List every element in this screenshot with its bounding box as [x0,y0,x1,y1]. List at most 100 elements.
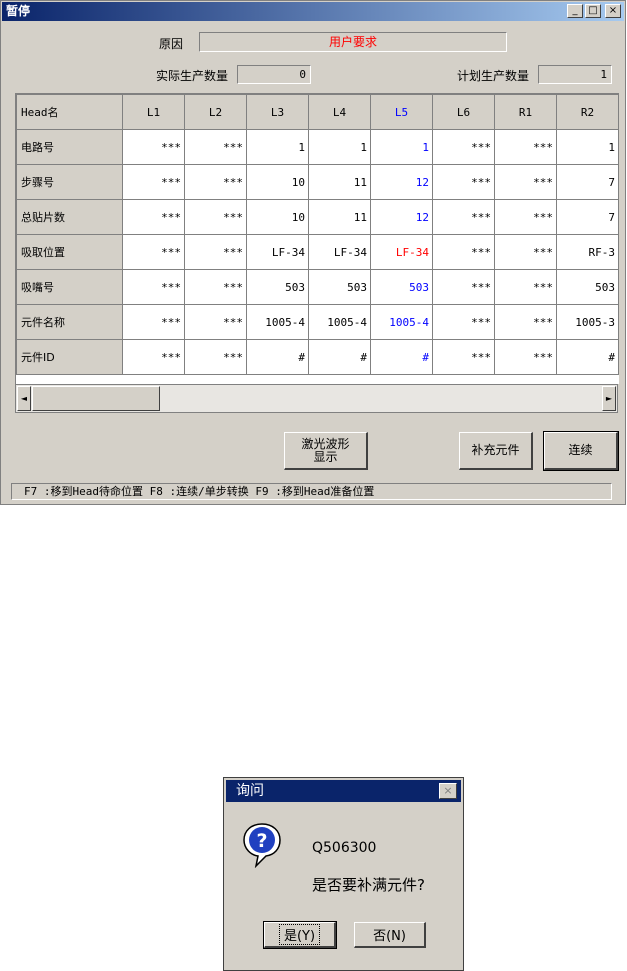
grid-cell[interactable]: *** [122,304,185,340]
grid-cell[interactable]: *** [184,129,247,165]
grid-cell[interactable]: *** [184,339,247,375]
grid-cell[interactable]: 12 [370,199,433,235]
table-row: 电路号 *** *** 1 1 1 *** *** 1 [16,129,619,165]
grid-cell[interactable]: LF-34 [308,234,371,270]
plan-count-label: 计划生产数量 [457,69,530,83]
table-row: 元件ID *** *** # # # *** *** # [16,339,619,375]
grid-cell[interactable]: *** [122,234,185,270]
table-row: 吸嘴号 *** *** 503 503 503 *** *** 503 [16,269,619,305]
column-header-l6[interactable]: L6 [432,94,495,130]
plan-count-field: 1 [538,65,612,84]
grid-cell[interactable]: *** [184,304,247,340]
grid-cell[interactable]: *** [184,199,247,235]
dialog-close-button[interactable]: × [439,783,457,799]
grid-cell[interactable]: # [370,339,433,375]
grid-cell[interactable]: 1005-4 [370,304,433,340]
laser-waveform-button[interactable]: 激光波形 显示 [284,432,368,470]
head-grid[interactable]: Head名 L1 L2 L3 L4 L5 L6 R1 R2 电路号 *** *** 1 1 1 *** ***… [15,93,619,384]
column-header-l2[interactable]: L2 [184,94,247,130]
grid-cell[interactable]: 10 [246,164,309,200]
grid-cell[interactable]: *** [494,164,557,200]
grid-cell[interactable]: 12 [370,164,433,200]
grid-cell[interactable]: 503 [308,269,371,305]
grid-cell[interactable]: *** [494,339,557,375]
dialog-title-bar[interactable]: 询问 × [226,780,461,802]
grid-cell[interactable]: *** [494,269,557,305]
grid-cell[interactable]: *** [432,129,495,165]
grid-cell[interactable]: 11 [308,164,371,200]
continue-button[interactable]: 连续 [543,431,619,471]
refill-parts-button[interactable]: 补充元件 [459,432,533,470]
grid-cell[interactable]: 10 [246,199,309,235]
grid-cell[interactable]: *** [184,269,247,305]
grid-cell[interactable]: 7 [556,199,619,235]
grid-cell[interactable]: *** [432,304,495,340]
grid-cell[interactable]: 1005-4 [308,304,371,340]
grid-cell[interactable]: LF-34 [370,234,433,270]
head-table: Head名 L1 L2 L3 L4 L5 L6 R1 R2 电路号 *** *** 1 1 1 *** ***… [16,94,619,375]
grid-cell[interactable]: *** [432,339,495,375]
grid-cell[interactable]: 503 [246,269,309,305]
row-header: 步骤号 [16,164,123,200]
grid-cell[interactable]: *** [494,129,557,165]
grid-cell[interactable]: # [246,339,309,375]
column-header-r1[interactable]: R1 [494,94,557,130]
maximize-button[interactable]: □ [585,4,601,18]
column-header-l3[interactable]: L3 [246,94,309,130]
no-button[interactable]: 否(N) [354,922,426,948]
grid-cell[interactable]: RF-3 [556,234,619,270]
status-bar: F7 :移到Head待命位置 F8 :连续/单步转换 F9 :移到Head准备位… [11,483,612,500]
grid-cell[interactable]: 1005-3 [556,304,619,340]
row-header: 吸取位置 [16,234,123,270]
table-row: 元件名称 *** *** 1005-4 1005-4 1005-4 *** *** 1005-3 [16,304,619,340]
grid-cell[interactable]: *** [122,199,185,235]
grid-cell[interactable]: *** [122,339,185,375]
column-header-l1[interactable]: L1 [122,94,185,130]
close-button[interactable]: × [605,4,621,18]
window-controls: _ □ × [567,4,621,18]
grid-cell[interactable]: 503 [370,269,433,305]
grid-cell[interactable]: # [556,339,619,375]
row-header: 元件名称 [16,304,123,340]
scroll-right-arrow[interactable]: ► [602,386,616,411]
grid-cell[interactable]: 11 [308,199,371,235]
grid-cell[interactable]: *** [184,164,247,200]
grid-cell[interactable]: *** [432,234,495,270]
table-row: 总贴片数 *** *** 10 11 12 *** *** 7 [16,199,619,235]
grid-cell[interactable]: *** [122,164,185,200]
grid-cell[interactable]: 1 [370,129,433,165]
laser-waveform-label-2: 显示 [313,449,338,464]
grid-cell[interactable]: *** [432,269,495,305]
grid-cell[interactable]: 1 [556,129,619,165]
actual-count-field: 0 [237,65,311,84]
grid-corner-header: Head名 [16,94,123,130]
table-row: 吸取位置 *** *** LF-34 LF-34 LF-34 *** *** RF-3 [16,234,619,270]
grid-cell[interactable]: 7 [556,164,619,200]
grid-cell[interactable]: *** [184,234,247,270]
grid-cell[interactable]: *** [494,199,557,235]
scroll-left-arrow[interactable]: ◄ [17,386,31,411]
grid-cell[interactable]: *** [122,129,185,165]
grid-cell[interactable]: 1 [308,129,371,165]
title-bar[interactable]: 暂停 _ □ × [2,2,624,21]
question-icon: ? [243,823,281,868]
grid-cell[interactable]: *** [122,269,185,305]
grid-cell[interactable]: 503 [556,269,619,305]
column-header-l4[interactable]: L4 [308,94,371,130]
grid-cell[interactable]: 1 [246,129,309,165]
grid-cell[interactable]: *** [494,304,557,340]
horizontal-scrollbar[interactable]: ◄ ► [15,384,618,413]
actual-count-label: 实际生产数量 [156,69,229,83]
grid-cell[interactable]: *** [432,164,495,200]
grid-cell[interactable]: *** [432,199,495,235]
grid-cell[interactable]: # [308,339,371,375]
grid-cell[interactable]: LF-34 [246,234,309,270]
grid-cell[interactable]: 1005-4 [246,304,309,340]
column-header-l5[interactable]: L5 [370,94,433,130]
minimize-button[interactable]: _ [567,4,583,18]
grid-cell[interactable]: *** [494,234,557,270]
reason-label: 原因 [159,37,184,51]
scroll-thumb[interactable] [32,386,160,411]
column-header-r2[interactable]: R2 [556,94,619,130]
yes-button[interactable]: 是(Y) [263,921,337,949]
